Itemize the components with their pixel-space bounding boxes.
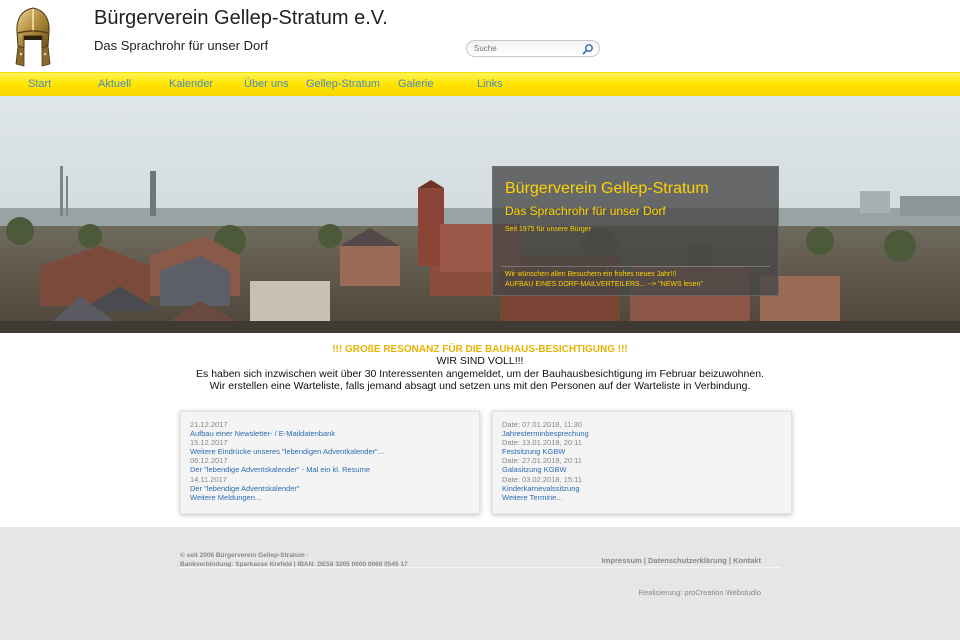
event-link[interactable]: Galasitzung KGBW <box>502 465 782 474</box>
nav-item-kalender[interactable]: Kalender <box>169 78 213 90</box>
events-panel: Date: 07.01.2018, 11:30 Jahresterminbesp… <box>492 411 792 514</box>
roman-helmet-logo[interactable] <box>12 6 54 68</box>
footer-links: Impressum | Datenschutzerklärung | Konta… <box>602 556 761 565</box>
kontakt-link[interactable]: Kontakt <box>733 556 761 565</box>
search-box <box>466 40 600 57</box>
more-events-link[interactable]: Weitere Termine... <box>502 493 782 502</box>
site-footer: © seit 2006 Bürgerverein Gellep-Stratum … <box>0 527 960 640</box>
site-title: Bürgerverein Gellep-Stratum e.V. <box>94 7 388 29</box>
news-link[interactable]: Aufbau einer Newsletter- / E-Maildatenba… <box>190 429 470 438</box>
site-subtitle: Das Sprachrohr für unser Dorf <box>94 38 269 53</box>
news-date: 14.11.2017 <box>190 474 227 484</box>
announcement: !!! GROßE RESONANZ FÜR DIE BAUHAUS-BESIC… <box>0 344 960 393</box>
search-input[interactable] <box>474 44 574 53</box>
announcement-heading: !!! GROßE RESONANZ FÜR DIE BAUHAUS-BESIC… <box>332 344 628 355</box>
event-date: Date: 07.01.2018, 11:30 <box>502 420 582 429</box>
main-navigation: Start Aktuell Kalender Über uns Gellep-S… <box>0 72 960 96</box>
news-link[interactable]: Weitere Eindrücke unseres "lebendigen Ad… <box>190 447 470 456</box>
copyright-text: © seit 2006 Bürgerverein Gellep-Stratum … <box>180 552 309 559</box>
site-header: Bürgerverein Gellep-Stratum e.V. Das Spr… <box>0 0 960 72</box>
nav-item-aktuell[interactable]: Aktuell <box>98 78 131 90</box>
search-icon[interactable] <box>582 43 594 55</box>
news-date: 06.12.2017 <box>190 456 228 466</box>
datenschutz-link[interactable]: Datenschutzerklärung <box>648 556 727 565</box>
impressum-link[interactable]: Impressum <box>602 556 642 565</box>
hero-greeting: Wir wünschen allen Besuchern ein frohes … <box>505 271 677 278</box>
footer-separator: | <box>728 556 731 565</box>
event-link[interactable]: Festsitzung KGBW <box>502 447 782 456</box>
hero-divider <box>501 266 770 267</box>
news-date: 21.12.2017 <box>190 420 228 429</box>
news-link[interactable]: Der "lebendige Adventskalender" - Mal ei… <box>190 465 470 474</box>
footer-credit[interactable]: Realisierung: proCreation Webstudio <box>639 588 761 597</box>
event-link[interactable]: Kinderkarnevalssitzung <box>502 484 782 493</box>
hero-title: Bürgerverein Gellep-Stratum <box>505 180 709 197</box>
village-panorama-image <box>0 96 960 333</box>
announcement-line: Es haben sich inzwischen weit über 30 In… <box>196 367 764 380</box>
nav-item-links[interactable]: Links <box>477 78 503 90</box>
footer-divider <box>180 567 780 568</box>
footer-separator: | <box>643 556 646 565</box>
nav-item-ueber-uns[interactable]: Über uns <box>244 78 289 90</box>
news-date: 15.12.2017 <box>190 438 228 448</box>
more-news-link[interactable]: Weitere Meldungen... <box>190 493 470 502</box>
event-date: Date: 03.02.2018, 15:11 <box>502 474 582 484</box>
nav-item-start[interactable]: Start <box>28 78 51 90</box>
hero-since-text: Seit 1975 für unsere Bürger <box>505 226 591 233</box>
hero-subtitle: Das Sprachrohr für unser Dorf <box>505 204 666 218</box>
announcement-line: WIR SIND VOLL!!! <box>436 355 524 367</box>
nav-item-galerie[interactable]: Galerie <box>398 78 433 90</box>
news-panel: 21.12.2017 Aufbau einer Newsletter- / E-… <box>180 411 480 514</box>
hero-news-link[interactable]: AUFBAU EINES DORF-MAILVERTEILERS... --> … <box>505 281 703 288</box>
hero-banner: Bürgerverein Gellep-Stratum Das Sprachro… <box>0 96 960 333</box>
event-date: Date: 13.01.2018, 20:11 <box>502 438 582 448</box>
event-link[interactable]: Jahresterminbesprechung <box>502 429 782 438</box>
news-link[interactable]: Der "lebendige Adventskalender" <box>190 484 470 493</box>
announcement-line: Wir erstellen eine Warteliste, falls jem… <box>209 380 751 392</box>
hero-info-box: Bürgerverein Gellep-Stratum Das Sprachro… <box>492 166 779 296</box>
event-date: Date: 27.01.2018, 20:11 <box>502 456 582 466</box>
nav-item-gellep-stratum[interactable]: Gellep-Stratum <box>306 78 380 90</box>
